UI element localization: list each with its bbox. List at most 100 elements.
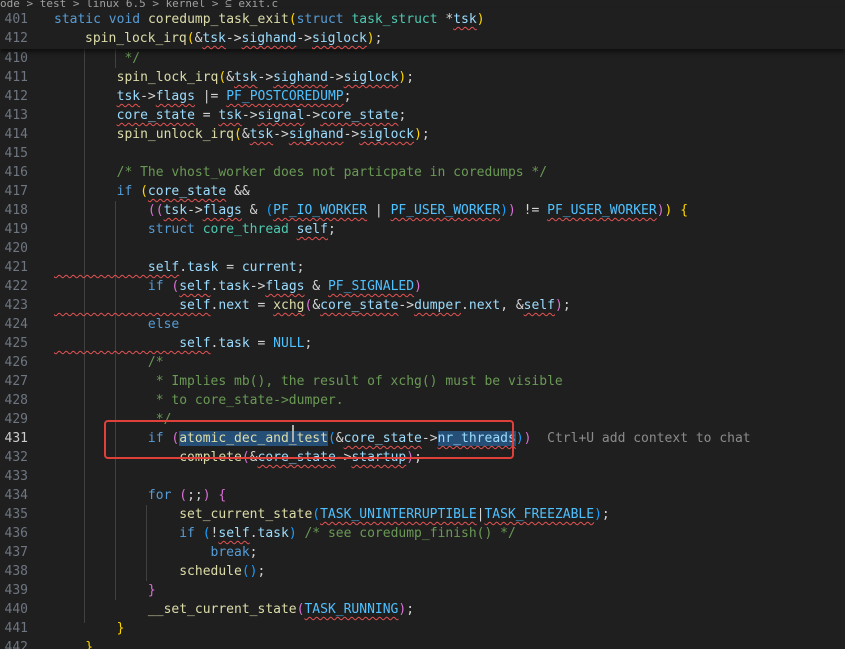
code-token: self bbox=[218, 526, 250, 541]
code-token: current bbox=[241, 260, 297, 275]
code-line[interactable]: 422 if (self.task->flags & PF_SIGNALED) bbox=[0, 277, 845, 296]
code-token: tsk bbox=[163, 203, 188, 218]
code-line[interactable]: 411 spin_lock_irq(&tsk->sighand->siglock… bbox=[0, 68, 845, 87]
code-line[interactable]: 439 } bbox=[0, 581, 845, 600]
line-code: /* The vhost_worker does not particpate … bbox=[54, 163, 547, 182]
inline-chat-hint[interactable]: Ctrl+U add context to chat bbox=[531, 431, 751, 446]
code-token: flags bbox=[202, 203, 242, 218]
line-code: set_current_state(TASK_UNINTERRUPTIBLE|T… bbox=[54, 505, 610, 524]
code-token: * to core_state->dumper. bbox=[54, 393, 344, 408]
code-line[interactable]: 423 self.next = xchg(&core_state->dumper… bbox=[0, 296, 845, 315]
line-number: 413 bbox=[4, 108, 28, 123]
code-token: struct bbox=[296, 12, 352, 27]
code-token: { bbox=[680, 203, 689, 218]
code-token: ) bbox=[414, 127, 422, 142]
code-token: ) bbox=[507, 203, 516, 218]
code-line[interactable]: 421 self.task = current; bbox=[0, 258, 845, 277]
line-number: 416 bbox=[4, 165, 28, 180]
code-line[interactable]: 416 /* The vhost_worker does not particp… bbox=[0, 163, 845, 182]
code-line[interactable]: 428 * to core_state->dumper. bbox=[0, 391, 845, 410]
code-token: flags bbox=[155, 89, 195, 104]
code-line[interactable]: 419 struct core_thread self; bbox=[0, 220, 845, 239]
line-code: else bbox=[54, 315, 179, 334]
code-token: -> bbox=[241, 108, 258, 123]
code-line[interactable]: 413 core_state = tsk->signal->core_state… bbox=[0, 106, 845, 125]
code-token: core_thread bbox=[202, 222, 297, 237]
code-token: ; bbox=[374, 31, 383, 46]
code-token: ( bbox=[202, 526, 211, 541]
code-line[interactable]: 425 self.task = NULL; bbox=[0, 334, 845, 353]
code-token: tsk bbox=[234, 70, 258, 85]
line-code: static void coredump_task_exit(struct ta… bbox=[54, 10, 485, 29]
code-line[interactable]: 433 bbox=[0, 467, 845, 486]
code-editor[interactable]: 410 */411 spin_lock_irq(&tsk->sighand->s… bbox=[0, 49, 845, 649]
code-token: /* bbox=[54, 355, 164, 370]
code-token: . bbox=[249, 526, 258, 541]
sticky-scroll-header: 401 static void coredump_task_exit(struct… bbox=[0, 9, 845, 49]
line-code: struct core_thread self; bbox=[54, 220, 336, 239]
line-number: 431 bbox=[4, 431, 28, 446]
code-token: core_state bbox=[320, 108, 399, 123]
code-token: self bbox=[523, 298, 555, 313]
code-line[interactable]: 412 tsk->flags |= PF_POSTCOREDUMP; bbox=[0, 87, 845, 106]
code-line[interactable]: 437 break; bbox=[0, 543, 845, 562]
code-line[interactable]: 427 * Implies mb(), the result of xchg()… bbox=[0, 372, 845, 391]
code-token: /* The vhost_worker does not particpate … bbox=[54, 165, 548, 180]
line-code: } bbox=[54, 638, 93, 649]
code-token: ) bbox=[414, 279, 422, 294]
code-line[interactable]: 434 for (;;) { bbox=[0, 486, 845, 505]
code-line[interactable]: 440 __set_current_state(TASK_RUNNING); bbox=[0, 600, 845, 619]
code-token: __set_current_state bbox=[54, 602, 297, 617]
code-line[interactable]: 441 } bbox=[0, 619, 845, 638]
code-token: -> bbox=[343, 127, 360, 142]
code-token: break bbox=[54, 545, 250, 560]
line-code: /* bbox=[54, 353, 164, 372]
code-line[interactable]: 412 spin_lock_irq(&tsk->sighand->siglock)… bbox=[0, 29, 845, 48]
code-token: xchg bbox=[273, 298, 305, 313]
code-line[interactable]: 436 if (!self.task) /* see coredump_fini… bbox=[0, 524, 845, 543]
code-token: self bbox=[54, 260, 180, 275]
code-token: spin_lock_irq bbox=[54, 70, 219, 85]
line-number: 422 bbox=[4, 279, 28, 294]
line-code: spin_unlock_irq(&tsk->sighand->siglock); bbox=[54, 125, 430, 144]
line-number: 421 bbox=[4, 260, 28, 275]
code-token: ; bbox=[562, 298, 571, 313]
code-line[interactable]: 415 bbox=[0, 144, 845, 163]
line-number: 412 bbox=[4, 31, 28, 46]
code-line[interactable]: 414 spin_unlock_irq(&tsk->sighand->siglo… bbox=[0, 125, 845, 144]
code-token: (( bbox=[147, 203, 164, 218]
code-line[interactable]: 420 bbox=[0, 239, 845, 258]
code-line[interactable]: 424 else bbox=[0, 315, 845, 334]
code-token: -> bbox=[273, 127, 289, 142]
code-token: ( bbox=[265, 203, 274, 218]
code-token: ; bbox=[406, 70, 415, 85]
line-code: */ bbox=[54, 49, 140, 68]
code-line[interactable]: 417 if (core_state && bbox=[0, 182, 845, 201]
code-token: sighand bbox=[273, 70, 328, 85]
code-token: |= bbox=[194, 89, 227, 104]
line-number: 437 bbox=[4, 545, 28, 560]
code-token: & bbox=[241, 127, 250, 142]
code-token: self bbox=[179, 279, 211, 294]
code-line[interactable]: 435 set_current_state(TASK_UNINTERRUPTIB… bbox=[0, 505, 845, 524]
code-token: -> bbox=[304, 108, 321, 123]
code-token: if bbox=[54, 279, 172, 294]
code-line[interactable]: 426 /* bbox=[0, 353, 845, 372]
code-token: ; bbox=[601, 507, 610, 522]
code-line[interactable]: 438 schedule(); bbox=[0, 562, 845, 581]
code-token: & bbox=[312, 298, 321, 313]
line-code: } bbox=[54, 619, 125, 638]
code-token: = bbox=[249, 336, 274, 351]
line-number: 433 bbox=[4, 469, 28, 484]
code-line[interactable]: 442 } bbox=[0, 638, 845, 649]
code-line[interactable]: 418 ((tsk->flags & (PF_IO_WORKER | PF_US… bbox=[0, 201, 845, 220]
code-token: siglock bbox=[312, 31, 367, 46]
code-line[interactable]: 410 */ bbox=[0, 49, 845, 68]
code-line[interactable]: 401 static void coredump_task_exit(struct… bbox=[0, 10, 845, 29]
code-token: ( bbox=[288, 12, 297, 27]
code-token: sighand bbox=[241, 31, 297, 46]
